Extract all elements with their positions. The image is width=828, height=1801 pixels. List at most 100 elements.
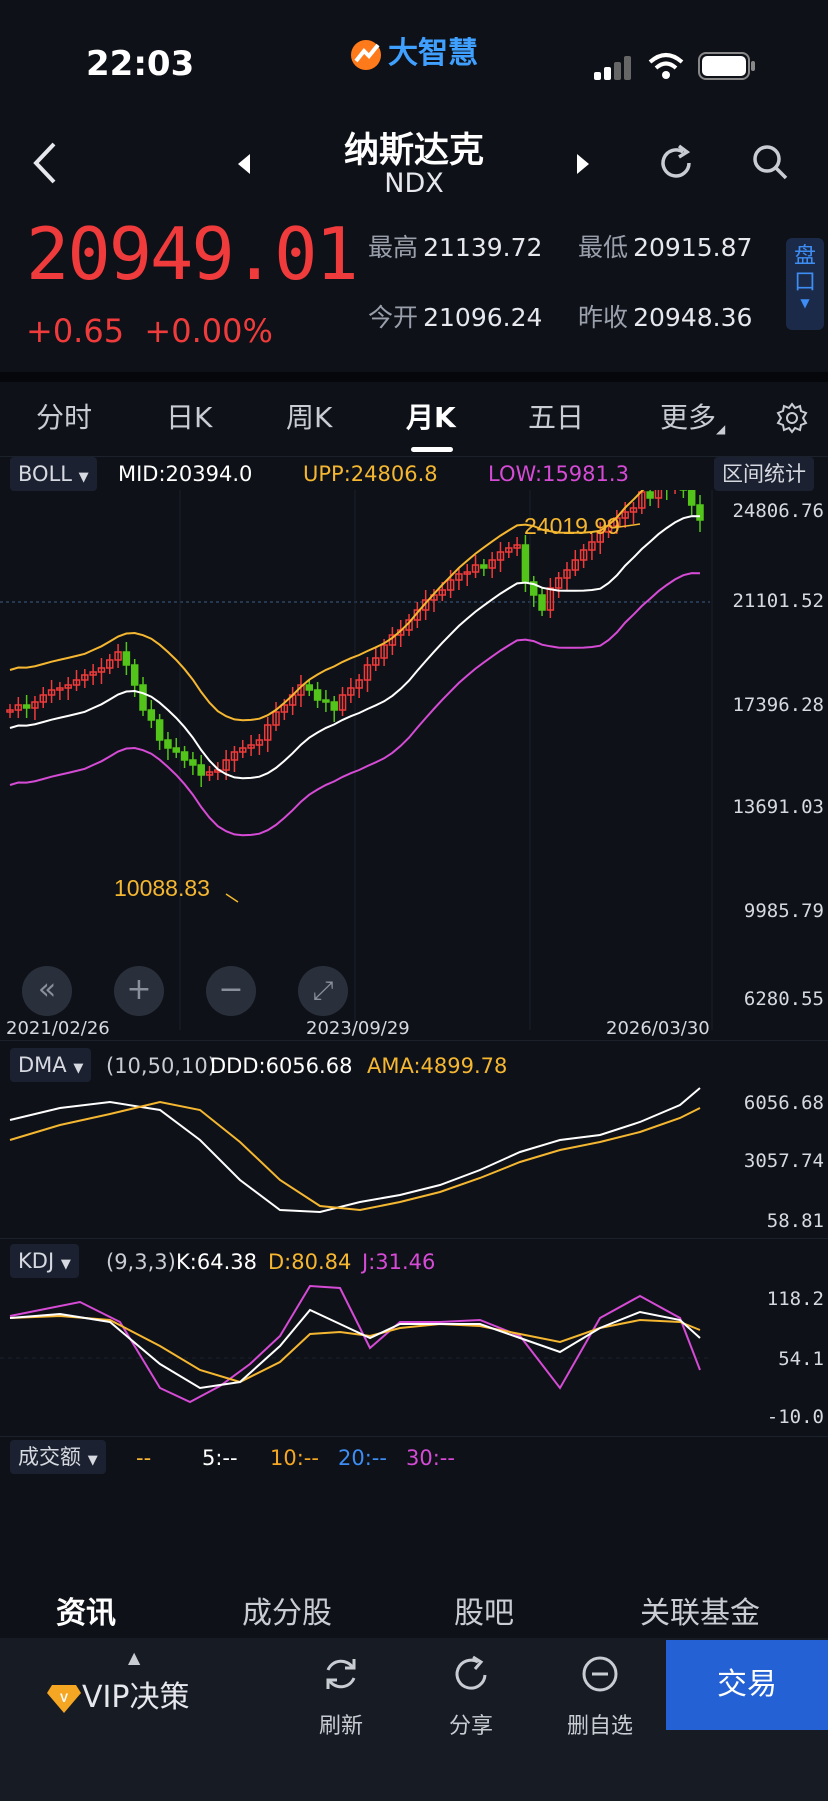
tab-more[interactable]: 更多◢ (660, 396, 725, 436)
vip-decision-button[interactable]: V VIP决策 (46, 1672, 189, 1716)
range-stats-button[interactable]: 区间统计 (714, 457, 814, 491)
double-chevron-left-icon: « (37, 972, 57, 1007)
kdj-j: J:31.46 (362, 1250, 436, 1274)
remove-watchlist-button[interactable]: 删自选 (550, 1708, 650, 1740)
dma-label: DMA (18, 1053, 67, 1077)
bottom-tab-forum[interactable]: 股吧 (454, 1588, 514, 1632)
candle-body (172, 747, 181, 753)
change-value: +0.65 (26, 312, 125, 350)
candle-body (139, 684, 147, 711)
panel-divider (0, 1436, 828, 1437)
date-label: 2026/03/30 (606, 1018, 710, 1039)
zoom-in-button[interactable]: + (114, 966, 164, 1016)
candle-body (313, 689, 322, 701)
signal-icon (594, 56, 634, 80)
kdj-k: K:64.38 (176, 1250, 257, 1274)
candle-body (521, 544, 530, 583)
zoom-out-button[interactable]: − (206, 966, 256, 1016)
trade-button[interactable]: 交易 (666, 1640, 828, 1730)
bottom-tab-related-funds[interactable]: 关联基金 (640, 1588, 760, 1632)
volume-selector[interactable]: 成交额 ▼ (10, 1440, 106, 1474)
low-value: 20915.87 (633, 233, 753, 262)
volume-label: 成交额 (18, 1445, 81, 1469)
brand-name: 大智慧 (388, 36, 478, 71)
tab-five-day[interactable]: 五日 (528, 396, 584, 436)
caret-down-icon: ▼ (78, 470, 89, 485)
status-time: 22:03 (86, 44, 195, 84)
y-tick: 13691.03 (732, 796, 824, 818)
brand-logo: 大智慧 (348, 28, 478, 73)
dma-selector[interactable]: DMA ▼ (10, 1048, 92, 1082)
y-tick: 24806.76 (732, 500, 824, 522)
candle-body (330, 701, 338, 711)
kdj-d: D:80.84 (268, 1250, 352, 1274)
kdj-y-tick: 118.2 (766, 1288, 824, 1310)
candle-body (538, 594, 546, 611)
tabs-divider (0, 456, 828, 457)
candle-body (696, 504, 704, 521)
chevron-up-icon[interactable]: ▲ (128, 1648, 140, 1667)
open-value: 21096.24 (423, 303, 543, 332)
dma-chart (9, 1087, 701, 1214)
minus-icon: − (218, 972, 244, 1007)
caret-down-icon: ▼ (60, 1257, 71, 1272)
refresh-icon[interactable] (655, 142, 697, 184)
candle-body (687, 490, 696, 506)
candlestick-chart[interactable]: 24019.99 10088.83 (0, 490, 828, 1040)
open-stat: 今开 21096.24 (368, 298, 542, 334)
search-icon[interactable] (750, 142, 790, 182)
tab-weekly[interactable]: 周K (286, 396, 332, 436)
panel-divider (0, 1040, 828, 1041)
candle-body (305, 684, 314, 691)
pankou-button[interactable]: 盘口 ▼ (786, 238, 824, 330)
date-label: 2021/02/26 (6, 1018, 110, 1039)
bottom-tab-news[interactable]: 资讯 (56, 1588, 116, 1632)
brand-logo-icon (351, 39, 381, 70)
last-price: 20949.01 (26, 212, 359, 296)
candle-body (322, 699, 330, 703)
tab-daily[interactable]: 日K (166, 396, 212, 436)
minus-circle-icon[interactable] (580, 1654, 620, 1694)
change-percent: +0.00% (144, 312, 273, 350)
tab-monthly[interactable]: 月K (406, 396, 456, 436)
candle-body (164, 739, 172, 749)
max-price-label: 24019.99 (524, 513, 620, 539)
dma-ama: AMA:4899.78 (367, 1054, 508, 1078)
section-divider (0, 372, 828, 382)
y-tick: 6280.55 (743, 988, 824, 1010)
prev-close-label: 昨收 (578, 303, 629, 332)
panel-divider (0, 1238, 828, 1239)
gear-icon[interactable] (776, 402, 808, 434)
boll-upp: UPP:24806.8 (303, 462, 438, 486)
prev-close-value: 20948.36 (633, 303, 753, 332)
boll-selector[interactable]: BOLL ▼ (10, 457, 97, 491)
fullscreen-button[interactable]: ⤢ (298, 966, 348, 1016)
scroll-left-button[interactable]: « (22, 966, 72, 1016)
caret-down-icon: ▼ (73, 1061, 84, 1076)
tab-intraday[interactable]: 分时 (36, 396, 92, 436)
dma-ddd: DDD:6056.68 (210, 1054, 353, 1078)
y-tick: 21101.52 (732, 590, 824, 612)
next-stock-icon[interactable] (575, 153, 591, 175)
refresh-button[interactable]: 刷新 (291, 1708, 391, 1740)
prev-close-stat: 昨收 20948.36 (578, 298, 752, 334)
share-button[interactable]: 分享 (421, 1708, 521, 1740)
expand-icon: ⤢ (312, 976, 334, 1006)
dma-y-tick: 3057.74 (743, 1150, 824, 1172)
dma-params: (10,50,10) (106, 1054, 216, 1078)
share-icon[interactable] (451, 1654, 491, 1694)
dma-y-tick: 6056.68 (743, 1092, 824, 1114)
vip-label: VIP决策 (82, 1680, 190, 1715)
high-stat: 最高 21139.72 (368, 228, 542, 264)
kdj-selector[interactable]: KDJ ▼ (10, 1244, 79, 1278)
bottom-tab-constituents[interactable]: 成分股 (242, 1588, 332, 1632)
volume-ma10: 10:-- (270, 1446, 319, 1470)
candle-body (480, 564, 488, 569)
plus-icon: + (126, 972, 152, 1007)
refresh-icon[interactable] (321, 1654, 361, 1694)
kdj-y-tick: -10.0 (766, 1406, 824, 1428)
tab-more-label: 更多 (660, 401, 717, 434)
candle-body (155, 719, 164, 741)
svg-text:V: V (60, 1691, 68, 1705)
min-price-label: 10088.83 (114, 875, 210, 901)
